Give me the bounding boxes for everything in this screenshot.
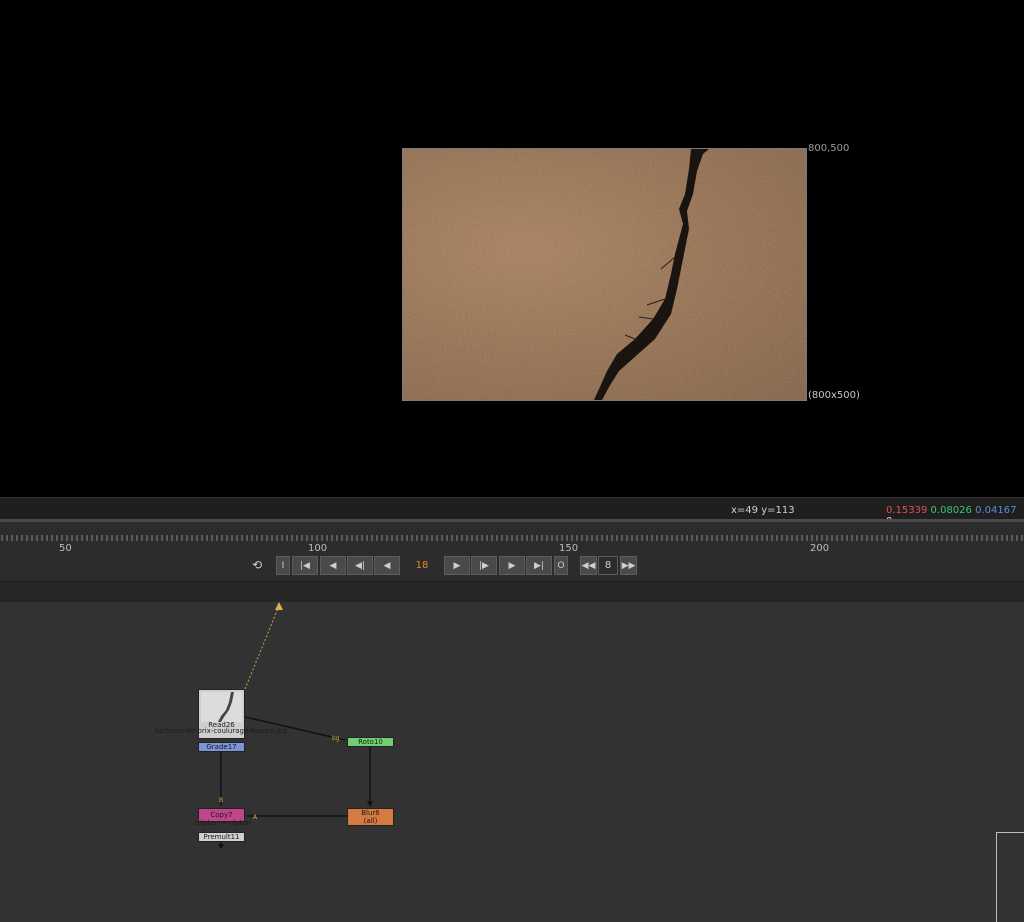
premult-node[interactable]: Premult11 — [198, 832, 245, 842]
viewer-image[interactable] — [402, 148, 807, 401]
next-frame-button[interactable]: |▶ — [471, 556, 497, 575]
first-frame-button[interactable]: |◀ — [292, 556, 318, 575]
blur-node-sublabel: (all) — [363, 817, 378, 825]
roto-node[interactable]: Roto10 — [347, 737, 394, 747]
fast-forward-icon: ▶▶ — [621, 560, 636, 571]
node-graph-panel[interactable] — [0, 602, 1024, 922]
coordinate-readout: x=49 y=113 — [731, 505, 795, 516]
skip-forward-button[interactable]: ▶▶ — [620, 556, 637, 575]
node-graph-toolbar — [0, 581, 1024, 602]
frame-tick-200: 200 — [810, 543, 830, 554]
copy-node-sublabel: (alpha -> alpha) — [194, 819, 252, 827]
read-thumbnail — [201, 692, 242, 722]
grade-node[interactable]: Grade17 — [198, 742, 245, 752]
format-label: (800x500) — [808, 390, 860, 401]
roto-bg-input-label: bg — [332, 735, 340, 742]
read-file-path: facteurs-de-prix-coulurage-fissure.jpg — [155, 727, 287, 735]
pixel-green-value: 0.08026 — [930, 505, 972, 516]
step-forward-icon: |▶ — [479, 560, 489, 571]
next-keyframe-button[interactable]: ▶ — [499, 556, 525, 575]
copy-a-input-label: A — [253, 814, 258, 821]
previous-keyframe-icon: ◀ — [329, 560, 337, 571]
skip-back-button[interactable]: ◀◀ — [580, 556, 597, 575]
premult-node-label: Premult11 — [203, 833, 240, 841]
frame-ruler[interactable] — [0, 531, 1024, 543]
grade-node-label: Grade17 — [206, 743, 237, 751]
next-keyframe-icon: ▶ — [508, 560, 516, 571]
viewer-panel[interactable]: 800,500 (800x500) — [0, 0, 1024, 497]
skip-to-end-icon: ▶| — [534, 560, 544, 571]
navigator-frame[interactable] — [996, 832, 1024, 922]
thumbnail-image — [218, 692, 234, 722]
frame-tick-100: 100 — [308, 543, 328, 554]
frame-tick-150: 150 — [559, 543, 579, 554]
copy-b-input-label: B — [219, 797, 224, 804]
pixel-blue-value: 0.04167 — [975, 505, 1017, 516]
last-frame-button[interactable]: ▶| — [526, 556, 552, 575]
frame-increment-field[interactable]: 8 — [598, 556, 618, 575]
previous-keyframe-button[interactable]: ◀ — [320, 556, 346, 575]
crack-texture — [403, 149, 806, 400]
step-back-icon: ◀| — [355, 560, 365, 571]
blur-node[interactable]: Blur6 (all) — [347, 808, 394, 826]
play-forward-button[interactable]: ▶ — [444, 556, 470, 575]
playback-mode-icon[interactable]: ⟲ — [252, 558, 262, 572]
previous-frame-button[interactable]: ◀| — [347, 556, 373, 575]
roto-node-label: Roto10 — [358, 738, 383, 746]
current-frame-field[interactable]: 18 — [403, 556, 441, 575]
play-icon: ▶ — [453, 560, 461, 571]
node-connections — [218, 602, 373, 849]
rewind-icon: ◀◀ — [581, 560, 596, 571]
skip-to-start-icon: |◀ — [300, 560, 310, 571]
set-out-point-button[interactable]: O — [554, 556, 568, 575]
play-reverse-icon: ◀ — [383, 560, 391, 571]
bbox-top-right-label: 800,500 — [808, 143, 850, 154]
blur-node-label: Blur6 — [361, 809, 380, 817]
play-backward-button[interactable]: ◀ — [374, 556, 400, 575]
pixel-red-value: 0.15339 — [886, 505, 928, 516]
copy-node-label: Copy7 — [210, 811, 233, 819]
set-in-point-button[interactable]: I — [276, 556, 290, 575]
viewer-info-bar — [0, 497, 1024, 519]
frame-tick-50: 50 — [59, 543, 72, 554]
